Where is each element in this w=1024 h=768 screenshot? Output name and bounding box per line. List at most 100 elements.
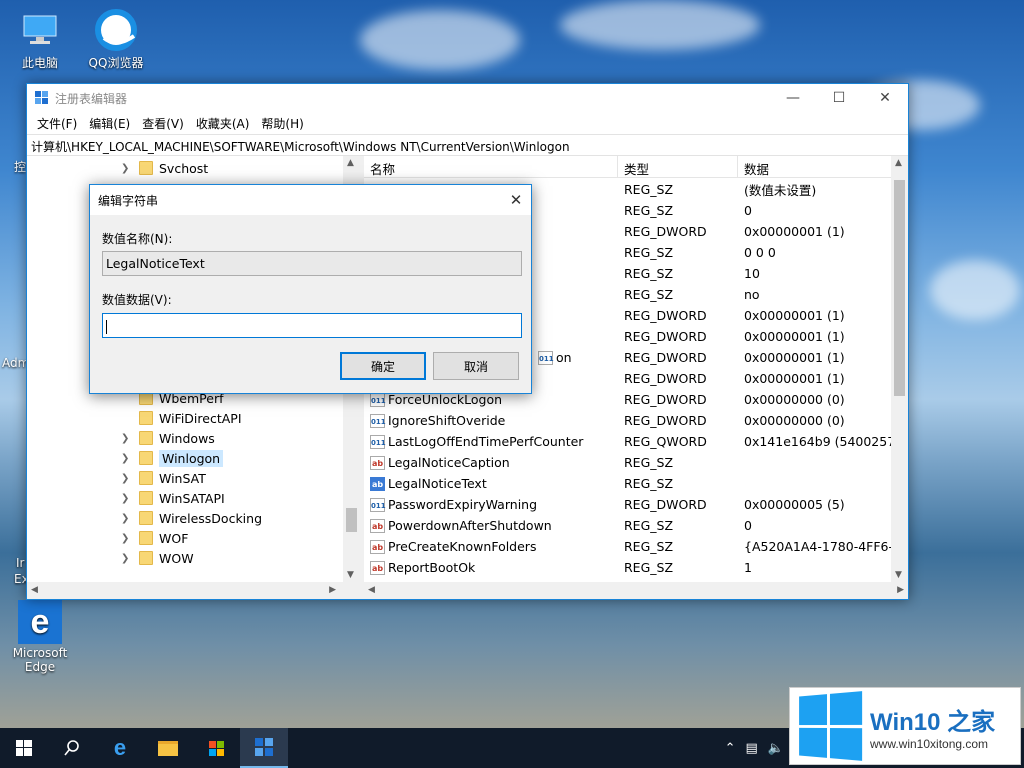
network-icon[interactable]: ▤ xyxy=(746,741,758,756)
maximize-button[interactable]: ☐ xyxy=(816,84,862,112)
value-data: 0x00000001 (1) xyxy=(744,224,845,239)
tree-item-windows[interactable]: ❯ Windows xyxy=(121,428,215,448)
scroll-right-icon[interactable]: ▶ xyxy=(897,585,904,595)
menu-file[interactable]: 文件(F) xyxy=(31,113,83,134)
folder-icon xyxy=(139,431,153,445)
tree-item-wof[interactable]: ❯ WOF xyxy=(121,528,188,548)
chevron-right-icon[interactable]: ❯ xyxy=(121,533,131,544)
scroll-thumb[interactable] xyxy=(894,180,905,396)
chevron-right-icon[interactable]: ❯ xyxy=(121,513,131,524)
desktop-icon-edge[interactable]: e Microsoft Edge xyxy=(8,600,72,674)
minimize-button[interactable]: — xyxy=(770,84,816,112)
value-name: LastLogOffEndTimePerfCounter xyxy=(388,434,584,449)
desktop-icon-qq-browser[interactable]: QQ浏览器 xyxy=(84,8,148,71)
watermark-url: www.win10xitong.com xyxy=(870,736,989,751)
column-header-data[interactable]: 数据 xyxy=(738,156,908,177)
qq-browser-icon xyxy=(94,8,138,52)
taskbar-store[interactable] xyxy=(192,728,240,768)
value-name: PowerdownAfterShutdown xyxy=(388,518,552,533)
menu-view[interactable]: 查看(V) xyxy=(136,113,190,134)
list-vertical-scrollbar[interactable]: ▲ ▼ xyxy=(891,156,908,582)
scroll-up-icon[interactable]: ▲ xyxy=(895,158,902,168)
value-row[interactable]: ab ReportBootOk REG_SZ 1 xyxy=(364,557,891,578)
dialog-title: 编辑字符串 xyxy=(98,193,159,208)
value-data: no xyxy=(744,287,760,302)
value-type: REG_SZ xyxy=(624,203,674,218)
value-data: 1 xyxy=(744,560,752,575)
dialog-titlebar[interactable]: 编辑字符串 ✕ xyxy=(90,185,531,215)
value-data: 0 xyxy=(744,203,752,218)
column-header-type[interactable]: 类型 xyxy=(618,156,738,177)
address-bar[interactable]: 计算机\HKEY_LOCAL_MACHINE\SOFTWARE\Microsof… xyxy=(27,134,908,156)
chevron-right-icon[interactable]: ❯ xyxy=(121,163,131,174)
value-row[interactable]: 011 IgnoreShiftOveride REG_DWORD 0x00000000… xyxy=(364,410,891,431)
string-value-icon: ab xyxy=(370,539,385,554)
chevron-up-icon[interactable]: ⌃ xyxy=(725,741,736,756)
value-name: PreCreateKnownFolders xyxy=(388,539,537,554)
tree-item-winsatapi[interactable]: ❯ WinSATAPI xyxy=(121,488,225,508)
value-data-input[interactable] xyxy=(102,313,522,338)
tree-horizontal-scrollbar[interactable]: ◀ ▶ xyxy=(27,582,360,599)
value-type: REG_SZ xyxy=(624,560,674,575)
value-data: (数值未设置) xyxy=(744,183,817,198)
close-icon[interactable]: ✕ xyxy=(501,191,531,209)
menu-favorites[interactable]: 收藏夹(A) xyxy=(190,113,256,134)
cancel-button[interactable]: 取消 xyxy=(433,352,519,380)
tree-item-wirelessdocking[interactable]: ❯ WirelessDocking xyxy=(121,508,262,528)
windows-logo-icon xyxy=(799,691,863,761)
chevron-right-icon[interactable]: ❯ xyxy=(121,493,131,504)
tree-item-svchost[interactable]: ❯ Svchost xyxy=(121,158,208,178)
search-button[interactable] xyxy=(48,728,96,768)
scroll-left-icon[interactable]: ◀ xyxy=(368,585,375,595)
chevron-right-icon[interactable]: ❯ xyxy=(121,453,131,464)
menu-help[interactable]: 帮助(H) xyxy=(255,113,309,134)
computer-icon xyxy=(18,8,62,52)
value-data: 0x00000005 (5) xyxy=(744,497,845,512)
scroll-down-icon[interactable]: ▼ xyxy=(895,570,902,580)
scroll-left-icon[interactable]: ◀ xyxy=(31,585,38,595)
tree-item-wow[interactable]: ❯ WOW xyxy=(121,548,194,568)
chevron-right-icon[interactable]: ❯ xyxy=(121,553,131,564)
value-data: 0x00000000 (0) xyxy=(744,392,845,407)
value-row[interactable]: 011 PasswordExpiryWarning REG_DWORD 0x00000… xyxy=(364,494,891,515)
menu-edit[interactable]: 编辑(E) xyxy=(83,113,136,134)
ok-button[interactable]: 确定 xyxy=(340,352,426,380)
scroll-thumb[interactable] xyxy=(346,508,357,532)
value-data-label: 数值数据(V): xyxy=(102,293,172,307)
tree-item-winsat[interactable]: ❯ WinSAT xyxy=(121,468,206,488)
value-type: REG_DWORD xyxy=(624,224,707,239)
binary-value-icon: 011 xyxy=(538,350,554,365)
desktop-icon-this-pc[interactable]: 此电脑 xyxy=(8,8,72,71)
start-button[interactable] xyxy=(0,728,48,768)
window-title: 注册表编辑器 xyxy=(55,91,128,106)
value-row[interactable]: 011 LastLogOffEndTimePerfCounter REG_QWORD… xyxy=(364,431,891,452)
volume-icon[interactable]: 🔈 xyxy=(768,741,784,756)
close-button[interactable]: ✕ xyxy=(862,84,908,112)
desktop-partial-label: Ir xyxy=(16,556,25,570)
value-row[interactable]: ab PreCreateKnownFolders REG_SZ {A520A1A4-1… xyxy=(364,536,891,557)
window-titlebar[interactable]: 注册表编辑器 — ☐ ✕ xyxy=(27,84,908,112)
desktop-icon-label: 此电脑 xyxy=(21,56,58,70)
chevron-right-icon[interactable]: ❯ xyxy=(121,473,131,484)
value-row[interactable]: ab LegalNoticeText REG_SZ xyxy=(364,473,891,494)
folder-icon xyxy=(139,411,153,425)
taskbar-edge[interactable]: e xyxy=(96,728,144,768)
chevron-right-icon[interactable]: ❯ xyxy=(121,433,131,444)
search-icon xyxy=(64,740,79,756)
watermark-brand: Win10 之家 xyxy=(870,708,996,736)
tree-item-winlogon[interactable]: ❯ Winlogon xyxy=(121,448,224,468)
list-header: 名称 类型 数据 xyxy=(364,156,908,178)
scroll-down-icon[interactable]: ▼ xyxy=(347,570,354,580)
value-row[interactable]: ab LegalNoticeCaption REG_SZ xyxy=(364,452,891,473)
scroll-right-icon[interactable]: ▶ xyxy=(329,585,336,595)
column-header-name[interactable]: 名称 xyxy=(364,156,618,177)
value-row[interactable]: ab PowerdownAfterShutdown REG_SZ 0 xyxy=(364,515,891,536)
scroll-up-icon[interactable]: ▲ xyxy=(347,158,354,168)
list-horizontal-scrollbar[interactable]: ◀ ▶ xyxy=(364,582,908,599)
tree-item-wifidirectapi[interactable]: WiFiDirectAPI xyxy=(121,408,242,428)
value-type: REG_SZ xyxy=(624,455,674,470)
string-value-icon: ab xyxy=(370,476,385,491)
taskbar-file-explorer[interactable] xyxy=(144,728,192,768)
value-name: on xyxy=(556,350,572,365)
taskbar-regedit[interactable] xyxy=(240,728,288,768)
